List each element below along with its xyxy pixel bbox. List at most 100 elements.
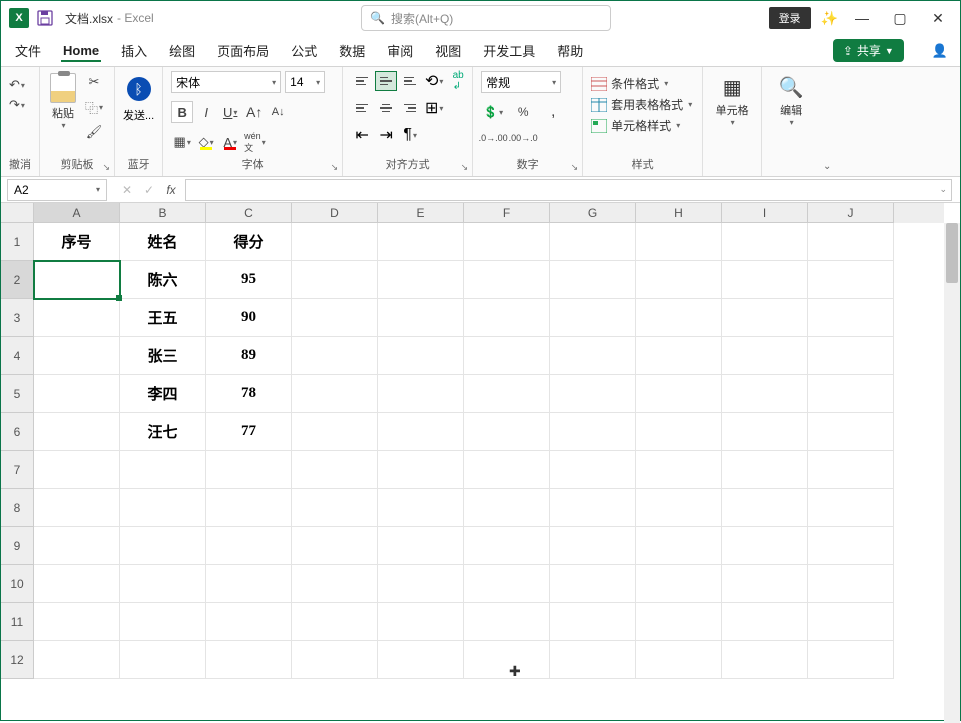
wand-icon[interactable]: ✨ [821,10,838,27]
cell-J7[interactable] [808,451,894,489]
align-center-button[interactable] [375,98,397,118]
cell-I11[interactable] [722,603,808,641]
cell-F8[interactable] [464,489,550,527]
cell-I3[interactable] [722,299,808,337]
cell-C8[interactable] [206,489,292,527]
font-name-select[interactable]: 宋体▾ [171,71,281,93]
table-format-button[interactable]: 套用表格格式▾ [591,96,692,113]
cell-C6[interactable]: 77 [206,413,292,451]
copy-button[interactable]: ⿻▾ [82,96,106,118]
menu-home[interactable]: Home [61,39,101,62]
cell-B8[interactable] [120,489,206,527]
cell-J9[interactable] [808,527,894,565]
orientation-button[interactable]: ⟲▾ [423,71,445,91]
row-header-6[interactable]: 6 [1,413,34,451]
dialog-launcher-icon[interactable]: ↘ [331,162,339,173]
cell-D3[interactable] [292,299,378,337]
confirm-formula-button[interactable]: ✓ [139,183,159,197]
decrease-indent-button[interactable]: ⇤ [351,125,373,145]
cell-B7[interactable] [120,451,206,489]
bt-send-label[interactable]: 发送... [123,107,154,123]
cell-B11[interactable] [120,603,206,641]
cell-J10[interactable] [808,565,894,603]
cell-G10[interactable] [550,565,636,603]
wrap-text-button[interactable]: ab↲ [447,71,469,91]
cell-E7[interactable] [378,451,464,489]
cell-I8[interactable] [722,489,808,527]
cell-C12[interactable] [206,641,292,679]
row-header-3[interactable]: 3 [1,299,34,337]
cell-D9[interactable] [292,527,378,565]
cell-B3[interactable]: 王五 [120,299,206,337]
cell-H4[interactable] [636,337,722,375]
font-size-select[interactable]: 14▾ [285,71,325,93]
col-header-I[interactable]: I [722,203,808,223]
cell-A1[interactable]: 序号 [34,223,120,261]
cells-area[interactable]: 序号 姓名 得分 陈六 95 王五 90 张三 89 李四 78 [34,223,944,723]
cell-D2[interactable] [292,261,378,299]
cell-H5[interactable] [636,375,722,413]
row-header-2[interactable]: 2 [1,261,34,299]
cell-C2[interactable]: 95 [206,261,292,299]
dialog-launcher-icon[interactable]: ↘ [571,162,579,173]
cell-D4[interactable] [292,337,378,375]
cell-A9[interactable] [34,527,120,565]
cell-H2[interactable] [636,261,722,299]
col-header-C[interactable]: C [206,203,292,223]
minimize-button[interactable]: — [848,10,876,26]
fill-color-button[interactable]: ◇▾ [195,131,217,153]
scrollbar-thumb[interactable] [946,223,958,283]
row-header-8[interactable]: 8 [1,489,34,527]
cell-C3[interactable]: 90 [206,299,292,337]
cell-A7[interactable] [34,451,120,489]
cut-button[interactable]: ✂ [82,71,106,93]
col-header-F[interactable]: F [464,203,550,223]
cell-J4[interactable] [808,337,894,375]
cell-G4[interactable] [550,337,636,375]
row-header-5[interactable]: 5 [1,375,34,413]
cell-G5[interactable] [550,375,636,413]
row-header-12[interactable]: 12 [1,641,34,679]
cell-G3[interactable] [550,299,636,337]
cell-I7[interactable] [722,451,808,489]
cell-F9[interactable] [464,527,550,565]
edit-button[interactable]: 🔍 编辑▾ [770,71,812,131]
cell-B10[interactable] [120,565,206,603]
rtl-button[interactable]: ¶▾ [399,125,421,145]
bold-button[interactable]: B [171,101,193,123]
cell-B1[interactable]: 姓名 [120,223,206,261]
format-painter-button[interactable]: 🖌 [82,121,106,143]
cell-E12[interactable] [378,641,464,679]
close-button[interactable]: ✕ [924,10,952,27]
formula-input[interactable]: ⌄ [185,179,952,201]
cell-F3[interactable] [464,299,550,337]
cell-F4[interactable] [464,337,550,375]
cell-H6[interactable] [636,413,722,451]
phonetic-button[interactable]: wén文▾ [243,131,267,153]
cells-button[interactable]: ▦ 单元格▾ [711,71,753,131]
bluetooth-icon[interactable]: ᛒ [127,77,151,101]
select-all-corner[interactable] [1,203,34,223]
save-icon[interactable] [37,10,53,26]
cell-A12[interactable] [34,641,120,679]
align-left-button[interactable] [351,98,373,118]
cell-I12[interactable] [722,641,808,679]
paste-button[interactable]: 粘贴 ▾ [48,71,78,132]
cell-H12[interactable] [636,641,722,679]
col-header-D[interactable]: D [292,203,378,223]
dialog-launcher-icon[interactable]: ↘ [102,162,110,173]
cell-H1[interactable] [636,223,722,261]
menu-file[interactable]: 文件 [13,37,43,64]
cell-C10[interactable] [206,565,292,603]
cell-F6[interactable] [464,413,550,451]
cell-J11[interactable] [808,603,894,641]
cell-style-button[interactable]: 单元格样式▾ [591,117,680,134]
cell-H11[interactable] [636,603,722,641]
cell-I4[interactable] [722,337,808,375]
fx-button[interactable]: fx [161,183,181,197]
cell-D12[interactable] [292,641,378,679]
share-button[interactable]: ⇪ 共享 ▼ [833,39,904,62]
row-header-1[interactable]: 1 [1,223,34,261]
menu-dev[interactable]: 开发工具 [481,37,537,64]
align-bottom-button[interactable] [399,71,421,91]
